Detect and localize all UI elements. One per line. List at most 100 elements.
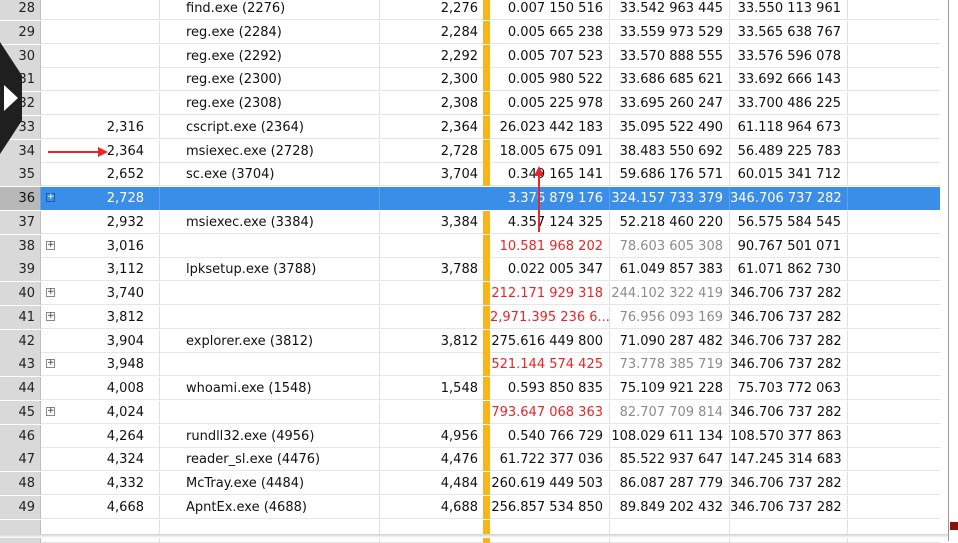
start-time-cell: 86.087 287 779 <box>610 472 730 495</box>
end-time-cell: 346.706 737 282 <box>730 353 848 377</box>
table-row[interactable]: 37 2,932 msiexec.exe (3384) 3,384 4.357 124 … <box>0 210 940 234</box>
expander-cell[interactable]: + <box>46 306 60 329</box>
pid-cell: 3,812 <box>440 333 478 349</box>
duration-cell: 0.007 150 516 <box>490 0 610 20</box>
start-time-cell: 244.102 322 419 <box>610 282 730 305</box>
pid-cell: 2,284 <box>440 24 478 40</box>
expand-icon[interactable]: + <box>46 193 55 202</box>
pid-cell: 1,548 <box>440 381 478 396</box>
end-time-cell: 33.550 113 961 <box>730 0 848 20</box>
table-row[interactable]: 44 4,008 whoami.exe (1548) 1,548 0.593 850 8… <box>0 377 940 400</box>
right-edge-border <box>948 0 958 541</box>
parent-pid-cell <box>60 0 160 20</box>
column-separator-bar <box>483 0 490 20</box>
process-table: 28 find.exe (2276) 2,276 0.007 150 516 33.54… <box>0 0 958 543</box>
duration-cell: 256.857 534 850 <box>490 495 610 519</box>
expand-icon[interactable]: + <box>46 288 55 297</box>
expand-icon[interactable]: + <box>46 359 55 369</box>
start-time-cell: 35.095 522 490 <box>610 115 730 139</box>
duration-cell: 10.581 968 202 <box>490 234 610 258</box>
table-row[interactable]: 41 +3,812 2,971.395 236 6... 76.956 093 169… <box>0 305 940 329</box>
play-arrow-icon[interactable] <box>4 85 18 111</box>
table-row[interactable]: 46 4,264 rundll32.exe (4956) 4,956 0.540 766… <box>0 424 940 448</box>
column-separator-bar <box>483 115 490 139</box>
duration-cell: 212.171 929 318 <box>490 282 610 305</box>
pid-cell: 2,292 <box>440 48 478 64</box>
table-row[interactable]: 42 3,904 explorer.exe (3812) 3,812 275.616 4… <box>0 329 940 353</box>
table-row[interactable]: 45 +4,024 793.647 068 363 82.707 709 814 346… <box>0 400 940 424</box>
pid-cell: 3,384 <box>440 214 478 230</box>
pid-cell: 3,788 <box>440 262 478 278</box>
end-time-cell: 90.767 501 071 <box>730 234 848 258</box>
table-row[interactable]: 28 find.exe (2276) 2,276 0.007 150 516 33.54… <box>0 0 940 20</box>
expander-cell[interactable]: + <box>46 235 60 258</box>
column-separator-bar <box>483 187 490 210</box>
process-name-cell: msiexec.exe (2728) <box>160 139 380 163</box>
end-time-cell: 346.706 737 282 <box>730 472 848 495</box>
table-row[interactable]: 40 +3,740 212.171 929 318 244.102 322 419 34… <box>0 282 940 305</box>
row-number: 41 <box>0 305 41 329</box>
expander-cell <box>46 377 60 400</box>
table-row[interactable]: 35 2,652 sc.exe (3704) 3,704 0.349 165 141 59… <box>0 163 940 187</box>
table-row[interactable]: 38 +3,016 10.581 968 202 78.603 605 308 90.7… <box>0 234 940 258</box>
process-name-cell: find.exe (2276) <box>160 0 380 20</box>
expander-cell[interactable]: + <box>46 187 60 210</box>
parent-pid-cell: 3,016 <box>60 234 160 258</box>
start-time-cell: 71.090 287 482 <box>610 329 730 353</box>
parent-pid-cell <box>60 44 160 68</box>
table-row[interactable]: 39 3,112 lpksetup.exe (3788) 3,788 0.022 005… <box>0 258 940 282</box>
start-time-cell: 33.570 888 555 <box>610 44 730 68</box>
expander-cell <box>46 448 60 471</box>
expand-icon[interactable]: + <box>46 240 55 250</box>
pid-cell <box>380 353 483 376</box>
end-time-cell: 56.489 225 783 <box>730 139 848 163</box>
end-time-cell: 61.118 964 673 <box>730 115 848 139</box>
end-time-cell: 75.703 772 063 <box>730 377 848 400</box>
table-row[interactable]: 43 +3,948 521.144 574 425 73.778 385 719 346… <box>0 353 940 377</box>
table-row[interactable]: 30 reg.exe (2292) 2,292 0.005 707 523 33.570… <box>0 44 940 68</box>
expander-cell[interactable]: + <box>46 353 60 376</box>
table-row[interactable] <box>0 519 940 543</box>
start-time-cell: 52.218 460 220 <box>610 210 730 234</box>
column-separator-bar <box>483 163 490 187</box>
start-time-cell <box>610 519 730 543</box>
duration-cell: 793.647 068 363 <box>490 400 610 424</box>
process-name-cell: cscript.exe (2364) <box>160 115 380 139</box>
expand-icon[interactable]: + <box>46 406 55 416</box>
row-number: 42 <box>0 329 41 353</box>
expander-cell[interactable]: + <box>46 401 60 424</box>
process-name-cell: ApntEx.exe (4688) <box>160 495 380 519</box>
expand-icon[interactable]: + <box>46 311 55 321</box>
table-row[interactable]: 36 +2,728 3.376 879 176 324.157 733 379 346.… <box>0 187 940 210</box>
table-row[interactable]: 33 2,316 cscript.exe (2364) 2,364 26.023 442… <box>0 115 940 139</box>
table-row[interactable]: 32 reg.exe (2308) 2,308 0.005 225 978 33.695… <box>0 92 940 115</box>
duration-cell: 18.005 675 091 <box>490 139 610 163</box>
parent-pid-cell: 2,364 <box>60 139 160 163</box>
table-row[interactable]: 48 4,332 McTray.exe (4484) 4,484 260.619 449… <box>0 472 940 495</box>
row-number: 49 <box>0 495 41 519</box>
column-separator-bar <box>483 234 490 258</box>
column-separator-bar <box>483 305 490 329</box>
table-row[interactable]: 49 4,668 ApntEx.exe (4688) 4,688 256.857 534… <box>0 495 940 519</box>
expander-cell <box>46 496 60 519</box>
pid-cell: 4,688 <box>440 499 478 515</box>
parent-pid-cell <box>60 92 160 115</box>
table-row[interactable]: 34 2,364 msiexec.exe (2728) 2,728 18.005 675… <box>0 139 940 163</box>
process-name-cell <box>160 519 380 543</box>
column-separator-bar <box>483 258 490 282</box>
table-row[interactable]: 31 reg.exe (2300) 2,300 0.005 980 522 33.686… <box>0 68 940 92</box>
column-separator-bar <box>483 282 490 305</box>
expander-cell <box>46 45 60 68</box>
parent-pid-cell: 3,904 <box>60 329 160 353</box>
end-time-cell: 56.575 584 545 <box>730 210 848 234</box>
row-number: 36 <box>0 187 41 210</box>
expander-cell[interactable]: + <box>46 282 60 305</box>
row-number: 29 <box>0 20 41 44</box>
duration-cell: 0.005 225 978 <box>490 92 610 115</box>
process-name-cell: reg.exe (2284) <box>160 20 380 44</box>
end-time-cell: 346.706 737 282 <box>730 282 848 305</box>
table-row[interactable]: 29 reg.exe (2284) 2,284 0.005 665 238 33.559… <box>0 20 940 44</box>
table-row[interactable]: 47 4,324 reader_sl.exe (4476) 4,476 61.722 3… <box>0 448 940 472</box>
column-separator-bar <box>483 353 490 377</box>
pid-cell: 4,956 <box>440 428 478 444</box>
